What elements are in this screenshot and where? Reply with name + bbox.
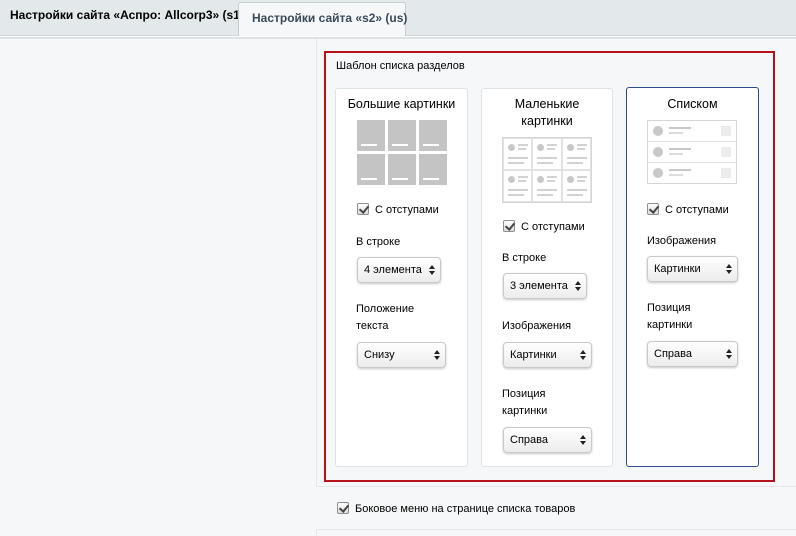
- preview-tile: [503, 170, 533, 202]
- select-value: 4 элемента: [364, 264, 422, 276]
- preview-tile: [561, 138, 591, 170]
- small-pictures-preview-icon: [502, 137, 592, 203]
- template-option-small-pictures[interactable]: Маленькие картинки С отступами В строке …: [481, 88, 613, 467]
- field-label-text-position: Положение текста: [356, 303, 415, 332]
- margins-checkbox[interactable]: [503, 220, 515, 232]
- image-position-select[interactable]: Справа: [503, 427, 592, 453]
- field-label-image-position: Позиция картинки: [502, 388, 548, 417]
- select-value: Снизу: [364, 349, 395, 361]
- preview-tile: [357, 154, 385, 185]
- tab-site-s2[interactable]: Настройки сайта «s2» (us): [238, 2, 407, 36]
- image-position-select[interactable]: Справа: [647, 341, 738, 367]
- side-menu-checkbox[interactable]: [337, 502, 349, 514]
- preview-tile: [419, 154, 447, 185]
- checkbox-label: С отступами: [665, 204, 729, 216]
- field-label-images: Изображения: [647, 235, 717, 247]
- checkbox-label: С отступами: [375, 204, 439, 216]
- select-value: 3 элемента: [510, 280, 568, 292]
- preview-row: [648, 163, 736, 184]
- preview-tile: [388, 120, 416, 151]
- left-label-column: [0, 37, 316, 536]
- margins-checkbox[interactable]: [357, 203, 369, 215]
- margins-checkbox-row[interactable]: С отступами: [503, 220, 585, 234]
- card-title: Большие картинки: [347, 97, 456, 111]
- section-title: Шаблон списка разделов: [336, 60, 465, 72]
- preview-tile: [388, 154, 416, 185]
- field-label-per-row: В строке: [356, 236, 401, 248]
- select-arrows-icon: [726, 349, 732, 359]
- per-row-select[interactable]: 4 элемента: [357, 257, 441, 283]
- select-arrows-icon: [575, 281, 581, 291]
- preview-tile: [503, 138, 533, 170]
- field-label-images: Изображения: [502, 320, 572, 332]
- template-option-list[interactable]: Списком С отступами Изображения Картинки…: [626, 87, 759, 467]
- preview-row: [648, 121, 736, 142]
- field-label-per-row: В строке: [502, 252, 547, 264]
- select-arrows-icon: [726, 264, 732, 274]
- images-select[interactable]: Картинки: [647, 256, 738, 282]
- images-select[interactable]: Картинки: [503, 342, 592, 368]
- select-value: Справа: [654, 348, 692, 360]
- select-arrows-icon: [580, 435, 586, 445]
- side-menu-label: Боковое меню на странице списка товаров: [355, 503, 576, 515]
- select-value: Справа: [510, 434, 548, 446]
- select-arrows-icon: [429, 265, 435, 275]
- select-arrows-icon: [434, 350, 440, 360]
- select-value: Картинки: [510, 349, 557, 361]
- margins-checkbox-row[interactable]: С отступами: [357, 203, 439, 217]
- preview-tile: [357, 120, 385, 151]
- card-title: Маленькие картинки: [514, 97, 580, 128]
- preview-tile: [532, 170, 562, 202]
- select-arrows-icon: [580, 350, 586, 360]
- tab-site-s1[interactable]: Настройки сайта «Аспро: Allcorp3» (s1): [0, 0, 254, 31]
- preview-tile: [419, 120, 447, 151]
- preview-tile: [532, 138, 562, 170]
- big-pictures-preview-icon: [357, 120, 447, 185]
- tab-bar: Настройки сайта «Аспро: Allcorp3» (s1) Н…: [0, 0, 796, 36]
- card-title: Списком: [667, 97, 718, 111]
- preview-row: [648, 142, 736, 163]
- preview-tile: [561, 170, 591, 202]
- list-preview-icon: [647, 120, 737, 184]
- checkbox-label: С отступами: [521, 221, 585, 233]
- content-top-border: [0, 37, 796, 39]
- margins-checkbox[interactable]: [647, 203, 659, 215]
- text-position-select[interactable]: Снизу: [357, 342, 446, 368]
- per-row-select[interactable]: 3 элемента: [503, 273, 587, 299]
- side-menu-checkbox-row[interactable]: Боковое меню на странице списка товаров: [337, 502, 575, 515]
- select-value: Картинки: [654, 263, 701, 275]
- template-option-big-pictures[interactable]: Большие картинки С отступами В строке 4 …: [335, 88, 468, 467]
- field-label-image-position: Позиция картинки: [647, 302, 693, 331]
- margins-checkbox-row[interactable]: С отступами: [647, 203, 729, 217]
